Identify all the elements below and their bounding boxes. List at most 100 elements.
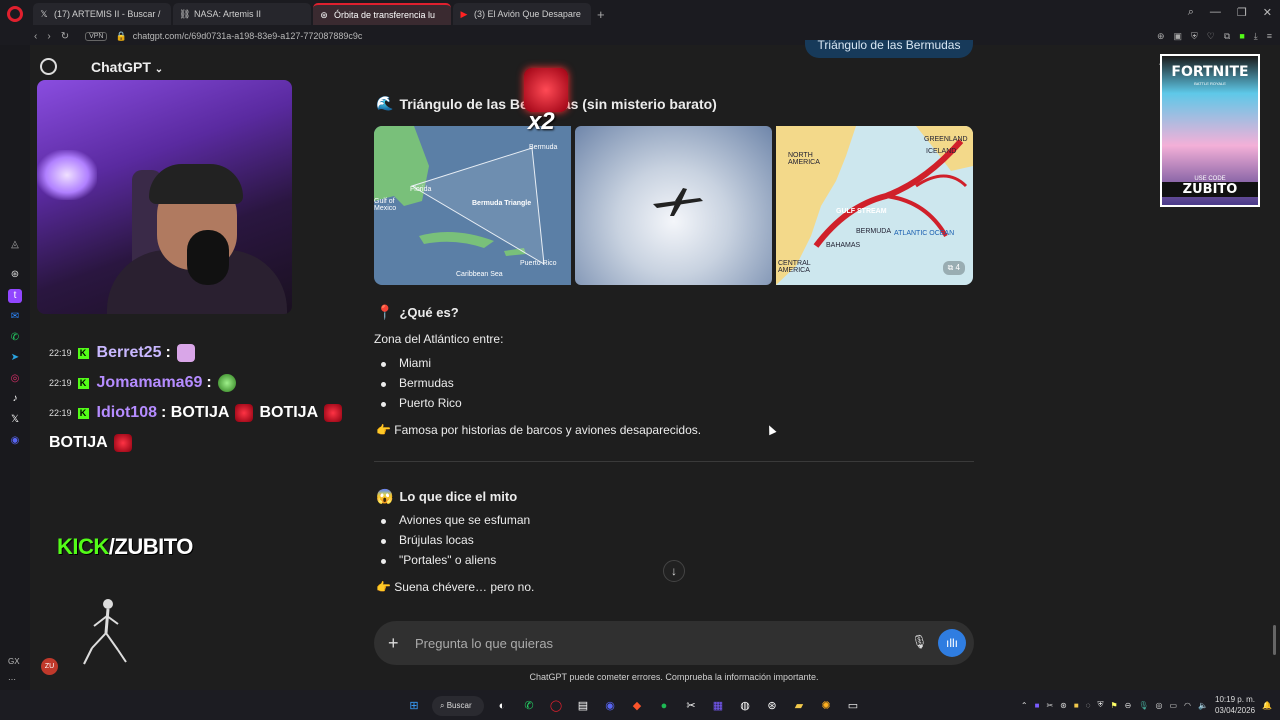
gallery-image-gulf-stream[interactable]: NORTH AMERICA GREENLAND ICELAND GULF STR… [776, 126, 973, 285]
voice-mode-button[interactable]: ıllı [938, 629, 966, 657]
user-avatar[interactable]: ZU [41, 658, 58, 675]
display-tray-icon[interactable]: ▭ [1169, 701, 1177, 710]
chat-username: Jomamama69 [96, 374, 203, 391]
gallery-image-airplane[interactable] [575, 126, 772, 285]
gallery-image-map[interactable]: Bermuda Florida Bermuda Triangle Gulf of… [374, 126, 571, 285]
tab-nasa-artemis[interactable]: ⛓ NASA: Artemis II [173, 3, 311, 25]
grid-app-taskbar-icon[interactable]: ▦ [709, 697, 727, 715]
map-label: GREENLAND [924, 136, 968, 143]
wifi-icon[interactable]: ◠ [1184, 701, 1191, 710]
kick-badge-icon: K [77, 347, 89, 359]
map-label: Florida [410, 186, 432, 193]
tray-app-icon[interactable]: ⊛ [1060, 701, 1067, 710]
tab-artemis-search[interactable]: 𝕏 (17) ARTEMIS II - Buscar / [33, 3, 171, 25]
shield-icon[interactable]: ⛨ [1191, 31, 1198, 42]
tray-app-icon[interactable]: ⚑ [1110, 701, 1117, 710]
notifications-icon[interactable]: 🔔 [1262, 701, 1272, 710]
extensions-icon[interactable]: ⧉ [1224, 31, 1230, 42]
map-label: Caribbean Sea [456, 271, 503, 278]
heart-icon[interactable]: ♡ [1207, 31, 1215, 42]
tiktok-icon[interactable]: ♪ [8, 392, 22, 406]
list-item: Aviones que se esfuman [380, 513, 531, 527]
app-sun-taskbar-icon[interactable]: ✺ [817, 697, 835, 715]
discord-taskbar-icon[interactable]: ◉ [601, 697, 619, 715]
instagram-icon[interactable]: ◎ [8, 372, 22, 386]
webcam-microphone [187, 230, 229, 285]
download-icon[interactable]: ⤓ [1254, 31, 1258, 42]
chatgpt-sidebar-icon[interactable]: ⊛ [8, 268, 22, 282]
snapshot-icon[interactable]: ▣ [1174, 31, 1183, 42]
tray-app-icon[interactable]: ⛨ [1097, 700, 1103, 710]
taskbar-clock[interactable]: 10:19 p. m. 03/04/2026 [1215, 694, 1255, 716]
map-label: GULF STREAM [836, 208, 887, 215]
more-icon[interactable]: ⋯ [8, 675, 16, 684]
twitch-icon[interactable]: t [8, 289, 22, 303]
whatsapp-taskbar-icon[interactable]: ✆ [520, 697, 538, 715]
task-view-icon[interactable]: ◐ [493, 697, 511, 715]
tray-app-icon[interactable]: ■ [1074, 701, 1079, 710]
tray-app-icon[interactable]: ⊖ [1125, 701, 1132, 710]
whatsapp-icon[interactable]: ✆ [8, 331, 22, 345]
search-tabs-icon[interactable]: ⌕ [1188, 6, 1194, 19]
minimize-icon[interactable]: — [1210, 6, 1221, 19]
telegram-icon[interactable]: ➤ [8, 351, 22, 365]
x2-label: x2 [528, 108, 555, 135]
zoom-icon[interactable]: ⊕ [1157, 31, 1165, 42]
mouse-cursor-icon [765, 423, 777, 436]
steam-tray-icon[interactable]: ◎ [1155, 701, 1162, 710]
reload-icon[interactable]: ↻ [61, 31, 69, 42]
dictate-mic-button[interactable]: 🎙 [911, 634, 928, 650]
tray-app-icon[interactable]: ✂ [1046, 701, 1053, 710]
map-label: Bermuda [529, 144, 558, 151]
file-explorer-icon[interactable]: ▰ [790, 697, 808, 715]
user-message-bubble: Triángulo de las Bermudas [805, 40, 973, 58]
map-label: ICELAND [926, 148, 957, 155]
opera-logo-icon[interactable] [7, 6, 23, 22]
model-selector[interactable]: ChatGPT ⌄ [91, 59, 163, 75]
windows-start-icon[interactable]: ⊞ [405, 697, 423, 715]
obs-taskbar-icon[interactable]: ◍ [736, 697, 754, 715]
tray-app-icon[interactable]: ◌ [1086, 701, 1091, 710]
map-label: Gulf of Mexico [374, 198, 397, 212]
url-field[interactable]: 🔒 chatgpt.com/c/69d0731a-a198-83e9-a127-7… [115, 31, 362, 42]
add-attachment-button[interactable]: + [388, 633, 408, 654]
discord-icon[interactable]: ◉ [8, 434, 22, 448]
volume-icon[interactable]: 🔈 [1198, 701, 1208, 710]
fortnite-subtitle: BATTLE ROYALE [1194, 81, 1226, 86]
messenger-icon[interactable]: ✉ [8, 310, 22, 324]
maximize-icon[interactable]: ❐ [1237, 6, 1247, 19]
vpn-badge[interactable]: VPN [85, 32, 108, 41]
opera-gx-taskbar-icon[interactable]: ◯ [547, 697, 565, 715]
botija-emote-icon [324, 404, 343, 422]
new-tab-button[interactable]: + [597, 7, 605, 22]
notes-taskbar-icon[interactable]: ▤ [574, 697, 592, 715]
tab-youtube[interactable]: ▶ (3) El Avión Que Desapare [453, 3, 591, 25]
tab-chatgpt[interactable]: ⊛ Órbita de transferencia lu [313, 3, 451, 25]
close-icon[interactable]: ✕ [1263, 6, 1272, 19]
gx-label[interactable]: GX [8, 657, 20, 666]
gallery-count-badge[interactable]: ⧉ 4 [942, 261, 965, 275]
aria-icon[interactable]: ◬ [8, 238, 22, 252]
chat-text: : BOTIJA [161, 404, 230, 421]
chatgpt-taskbar-icon[interactable]: ⊛ [763, 697, 781, 715]
profile-icon[interactable]: ■ [1239, 31, 1244, 42]
nav-buttons: ‹ › ↻ [34, 31, 69, 42]
prompt-input[interactable] [415, 635, 885, 651]
x-sidebar-icon[interactable]: 𝕏 [8, 413, 22, 427]
menu-icon[interactable]: ≡ [1267, 31, 1272, 42]
tray-app-icon[interactable]: ■ [1035, 701, 1040, 710]
capcut-taskbar-icon[interactable]: ✂ [682, 697, 700, 715]
x-icon: 𝕏 [40, 9, 48, 19]
tray-chevron-icon[interactable]: ⌃ [1021, 701, 1028, 710]
terminal-taskbar-icon[interactable]: ▭ [844, 697, 862, 715]
taskbar-search[interactable]: ⌕ Buscar [432, 696, 484, 716]
section-title-text: ¿Qué es? [399, 305, 459, 320]
mic-tray-icon[interactable]: 🎙 [1138, 701, 1148, 710]
scroll-down-button[interactable]: ↓ [663, 560, 685, 582]
back-icon[interactable]: ‹ [34, 31, 37, 42]
page-scrollbar[interactable] [1273, 625, 1276, 655]
forward-icon[interactable]: › [47, 31, 50, 42]
chatgpt-logo-icon[interactable] [40, 58, 57, 75]
spotify-taskbar-icon[interactable]: ● [655, 697, 673, 715]
brave-taskbar-icon[interactable]: ◆ [628, 697, 646, 715]
